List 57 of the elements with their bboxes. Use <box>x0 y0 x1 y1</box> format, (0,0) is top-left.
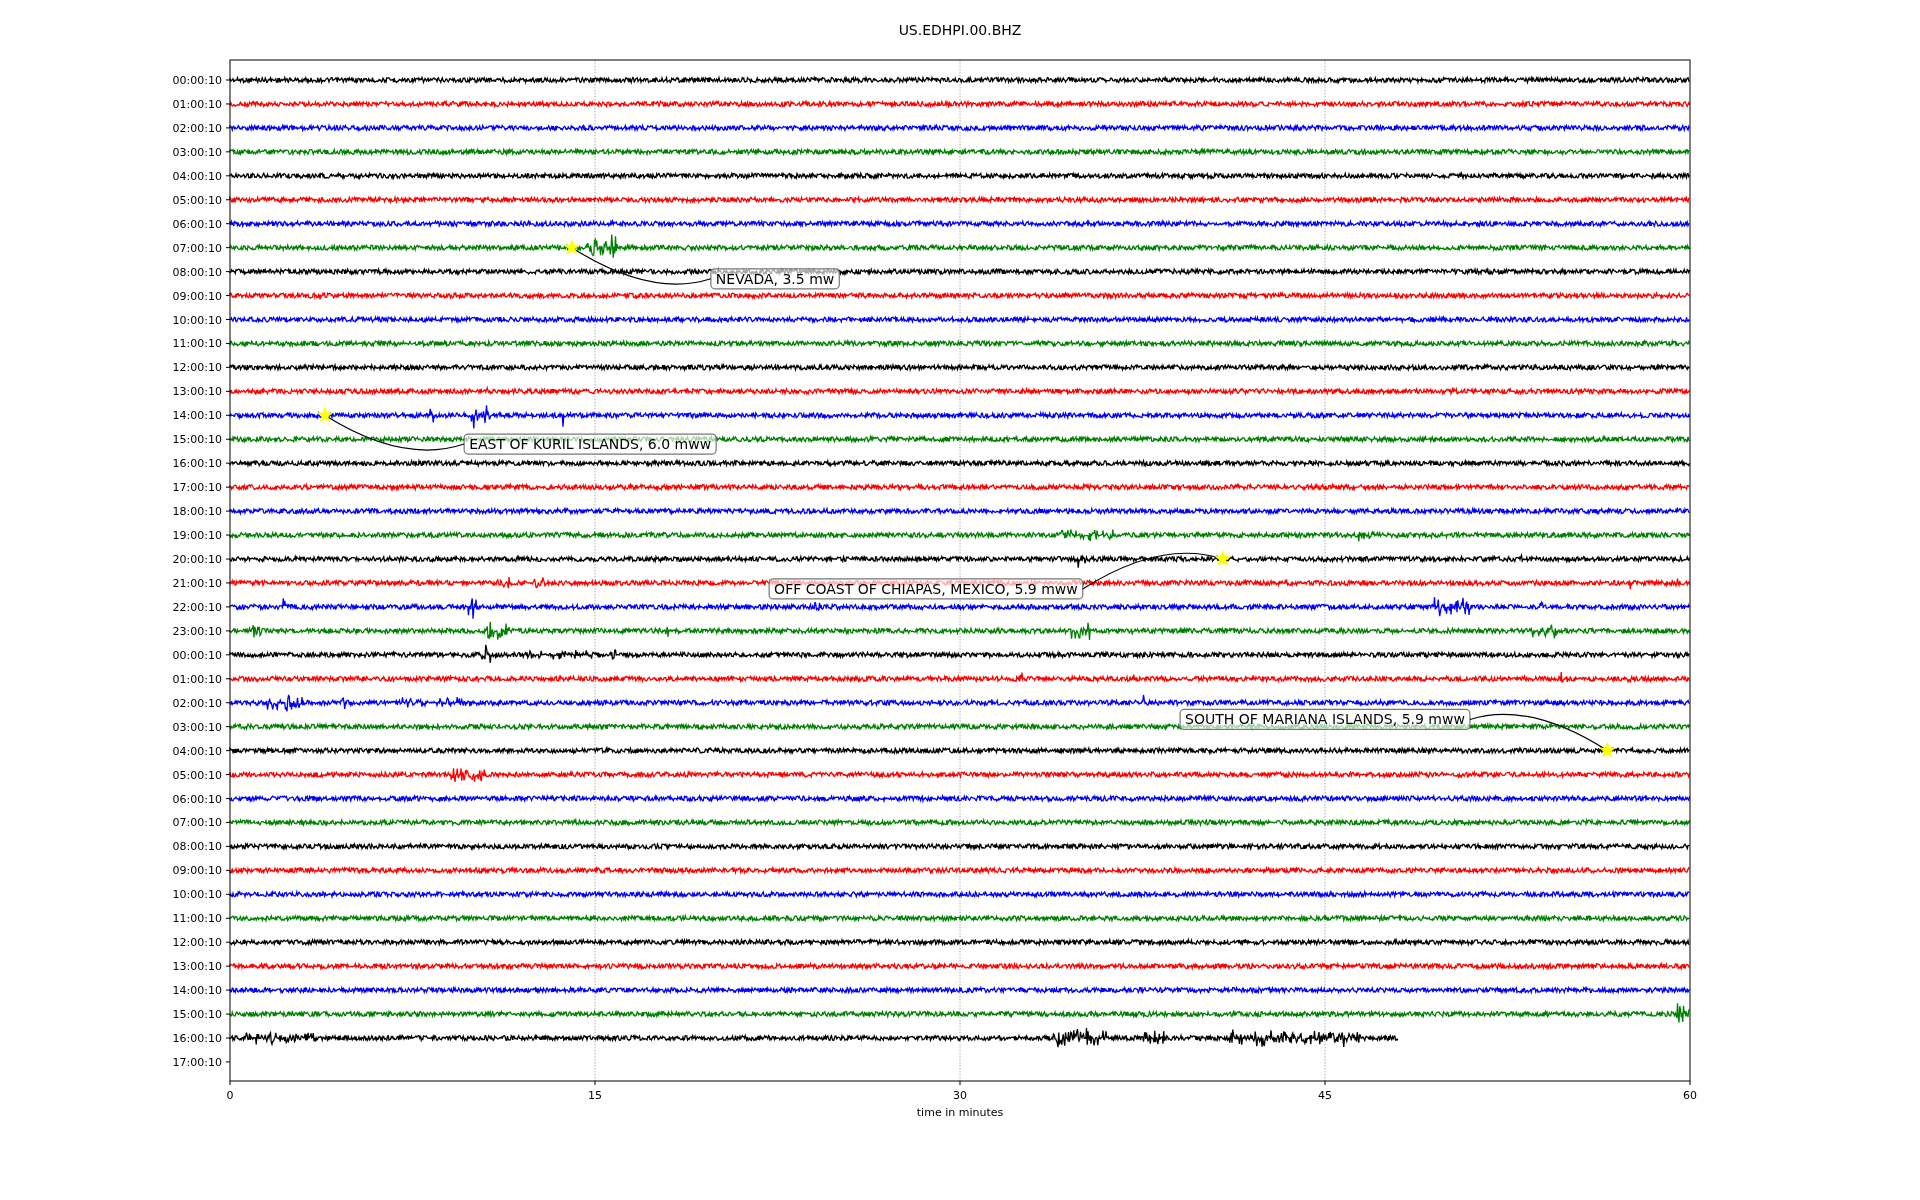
star-icon <box>1214 550 1232 567</box>
tick-label: 14:00:10 <box>172 984 222 998</box>
tick-label: 23:00:10 <box>172 624 222 638</box>
tick-label: 00:00:10 <box>172 648 222 662</box>
tick-label: 02:00:10 <box>172 121 222 135</box>
tick-label: 04:00:10 <box>172 744 222 758</box>
star-icon <box>316 406 334 423</box>
tick-label: 06:00:10 <box>172 217 222 231</box>
tick-label: 16:00:10 <box>172 457 222 471</box>
tick-label: 30 <box>953 1089 967 1102</box>
event-label: SOUTH OF MARIANA ISLANDS, 5.9 mww <box>1179 708 1471 731</box>
tick-label: 21:00:10 <box>172 576 222 590</box>
tick-label: 10:00:10 <box>172 888 222 902</box>
tick-label: 16:00:10 <box>172 1032 222 1045</box>
tick-label: 0 <box>226 1089 234 1102</box>
plot-title: US.EDHPI.00.BHZ <box>898 22 1022 38</box>
tick-label: 02:00:10 <box>172 696 222 710</box>
tick-label: 45 <box>1318 1089 1332 1102</box>
tick-label: 12:00:10 <box>172 936 222 950</box>
tick-label: 03:00:10 <box>172 145 222 159</box>
tick-label: 04:00:10 <box>172 169 222 183</box>
tick-label: 12:00:10 <box>172 361 222 375</box>
tick-label: 08:00:10 <box>172 265 222 279</box>
event-label: NEVADA, 3.5 mw <box>710 268 840 290</box>
tick-label: 08:00:10 <box>172 840 222 854</box>
tick-label: 03:00:10 <box>172 720 222 734</box>
event-label: OFF COAST OF CHIAPAS, MEXICO, 5.9 mww <box>768 578 1084 600</box>
tick-label: 20:00:10 <box>172 553 222 566</box>
axis-label: time in minutes <box>916 1106 1004 1119</box>
tick-label: 09:00:10 <box>172 289 222 303</box>
tick-label: 09:00:10 <box>172 864 222 878</box>
tick-label: 18:00:10 <box>172 505 222 519</box>
tick-label: 17:00:10 <box>172 1055 222 1069</box>
tick-label: 15:00:10 <box>172 1008 222 1022</box>
tick-label: 01:00:10 <box>172 97 222 111</box>
tick-label: 15 <box>588 1089 602 1102</box>
tick-label: 14:00:10 <box>172 409 222 423</box>
tick-label: 05:00:10 <box>172 193 222 207</box>
tick-label: 11:00:10 <box>172 337 222 351</box>
tick-label: 07:00:10 <box>172 816 222 830</box>
tick-label: 07:00:10 <box>172 241 222 255</box>
tick-label: 13:00:10 <box>172 960 222 974</box>
tick-label: 11:00:10 <box>172 912 222 926</box>
tick-label: 00:00:10 <box>172 74 222 87</box>
tick-label: 05:00:10 <box>172 768 222 782</box>
tick-label: 06:00:10 <box>172 792 222 806</box>
tick-label: 60 <box>1683 1089 1697 1102</box>
tick-label: 01:00:10 <box>172 672 222 686</box>
tick-label: 17:00:10 <box>172 481 222 495</box>
tick-label: 15:00:10 <box>172 433 222 447</box>
tick-label: 19:00:10 <box>172 529 222 543</box>
tick-label: 13:00:10 <box>172 385 222 399</box>
star-icon <box>563 238 581 255</box>
tick-label: 10:00:10 <box>172 313 222 327</box>
star-icon <box>1598 741 1616 758</box>
tick-label: 22:00:10 <box>172 600 222 614</box>
event-label: EAST OF KURIL ISLANDS, 6.0 mww <box>463 433 717 455</box>
